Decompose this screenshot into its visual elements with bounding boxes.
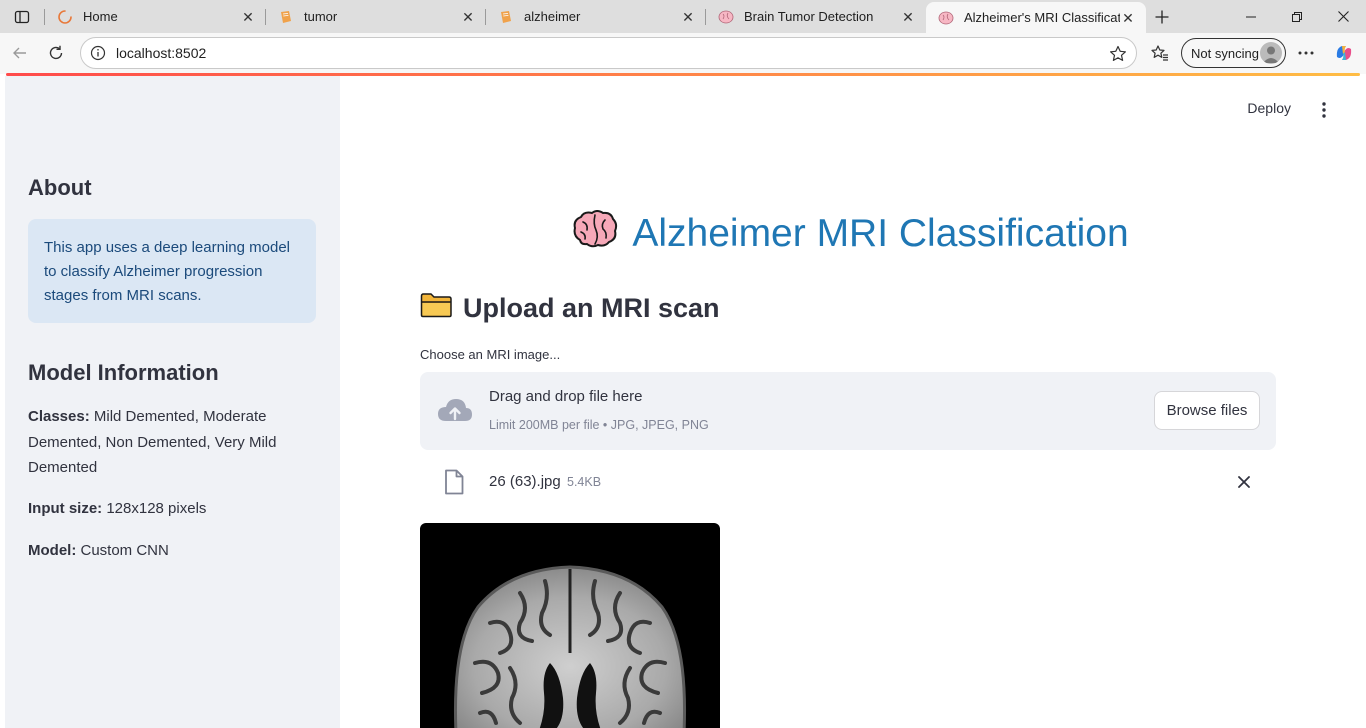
input-size-paragraph: Input size: 128x128 pixels — [28, 496, 298, 522]
back-button[interactable] — [2, 35, 38, 71]
new-tab-button[interactable] — [1146, 0, 1178, 33]
avatar — [1260, 42, 1282, 64]
page-title-text: Alzheimer MRI Classification — [632, 212, 1129, 255]
address-bar[interactable]: localhost:8502 — [80, 37, 1137, 69]
close-tab-icon[interactable]: ✕ — [460, 9, 476, 25]
folder-icon — [420, 292, 453, 325]
close-window-button[interactable] — [1320, 0, 1366, 33]
streamlit-app: About This app uses a deep learning mode… — [5, 76, 1361, 728]
file-uploader-label: Choose an MRI image... — [420, 347, 561, 362]
tab-title: Brain Tumor Detection — [744, 9, 874, 24]
tab-title: alzheimer — [524, 9, 581, 24]
notebook-icon — [498, 9, 514, 25]
minimize-icon — [1246, 16, 1256, 17]
deploy-button[interactable]: Deploy — [1247, 100, 1291, 116]
tab-title: tumor — [304, 9, 338, 24]
model-paragraph: Model: Custom CNN — [28, 538, 298, 564]
tab-home[interactable]: Home ✕ — [45, 0, 266, 33]
input-size-label: Input size: — [28, 500, 103, 517]
about-text: This app uses a deep learning model to c… — [44, 239, 290, 304]
tab-brain-tumor-detection[interactable]: Brain Tumor Detection ✕ — [706, 0, 926, 33]
more-horizontal-icon — [1298, 51, 1314, 55]
file-icon — [444, 469, 464, 495]
uploaded-file-row: 26 (63).jpg 5.4KB — [420, 464, 1276, 500]
model-value: Custom CNN — [76, 542, 169, 559]
mri-preview-image — [420, 523, 720, 728]
site-info-icon[interactable] — [90, 45, 106, 61]
about-heading: About — [28, 175, 92, 200]
restore-icon — [1292, 11, 1302, 22]
model-label: Model: — [28, 542, 77, 559]
sync-status-label: Not syncing — [1191, 45, 1259, 61]
tab-actions-button[interactable] — [0, 0, 44, 33]
reload-button[interactable] — [38, 35, 74, 71]
cloud-upload-icon — [436, 396, 474, 426]
upload-heading: Upload an MRI scan — [420, 292, 720, 325]
close-tab-icon[interactable]: ✕ — [1120, 10, 1136, 26]
copilot-icon — [1336, 46, 1352, 60]
close-tab-icon[interactable]: ✕ — [240, 9, 256, 25]
tab-tumor[interactable]: tumor ✕ — [266, 0, 486, 33]
copilot-button[interactable] — [1326, 35, 1362, 71]
dropzone-limit: Limit 200MB per file • JPG, JPEG, PNG — [489, 418, 709, 432]
browser-tab-strip: Home ✕ tumor ✕ alzheimer ✕ Brain Tumor D… — [0, 0, 1366, 33]
url-text: localhost:8502 — [116, 45, 207, 61]
close-tab-icon[interactable]: ✕ — [900, 9, 916, 25]
dropzone-instructions: Drag and drop file here — [489, 388, 643, 405]
classes-label: Classes: — [28, 408, 90, 425]
more-vertical-icon — [1322, 102, 1326, 118]
close-icon — [1337, 11, 1349, 22]
tab-alzheimer[interactable]: alzheimer ✕ — [486, 0, 706, 33]
browse-files-button[interactable]: Browse files — [1154, 391, 1260, 430]
remove-file-button[interactable] — [1232, 470, 1256, 494]
close-tab-icon[interactable]: ✕ — [680, 9, 696, 25]
minimize-button[interactable] — [1228, 0, 1274, 33]
notebook-icon — [278, 9, 294, 25]
main-menu-button[interactable] — [1315, 100, 1333, 120]
browser-toolbar: localhost:8502 Not syncing — [0, 33, 1366, 74]
upload-heading-text: Upload an MRI scan — [463, 293, 720, 323]
about-info-box: This app uses a deep learning model to c… — [28, 219, 316, 323]
tab-title: Home — [83, 9, 118, 24]
back-arrow-icon — [13, 47, 26, 59]
tab-alzheimers-mri-classification[interactable]: Alzheimer's MRI Classification ✕ — [926, 2, 1146, 33]
main-content: Deploy Alzheimer MRI Classification Uplo… — [340, 76, 1361, 728]
reload-icon — [49, 45, 63, 60]
loading-spinner-icon — [57, 9, 73, 25]
close-icon — [1238, 476, 1250, 488]
sidebar-toggle-icon — [14, 10, 30, 23]
tab-title: Alzheimer's MRI Classification — [964, 10, 1120, 25]
brain-icon — [718, 9, 734, 25]
uploaded-file-size: 5.4KB — [567, 475, 602, 489]
file-dropzone[interactable]: Drag and drop file here Limit 200MB per … — [420, 372, 1276, 450]
brain-icon — [938, 10, 954, 26]
settings-menu-button[interactable] — [1288, 35, 1324, 71]
classes-paragraph: Classes: Mild Demented, Moderate Demente… — [28, 404, 298, 481]
sidebar: About This app uses a deep learning mode… — [5, 76, 340, 728]
profile-sync-button[interactable]: Not syncing — [1181, 38, 1286, 68]
uploaded-file-name: 26 (63).jpg — [489, 473, 561, 490]
favorites-button[interactable] — [1142, 35, 1178, 71]
favorite-star-icon[interactable] — [1109, 45, 1127, 63]
input-size-value: 128x128 pixels — [102, 500, 207, 517]
plus-icon — [1155, 10, 1169, 23]
favorites-icon — [1151, 45, 1168, 61]
model-info-heading: Model Information — [28, 360, 219, 385]
page-title: Alzheimer MRI Classification — [340, 210, 1361, 258]
brain-icon — [572, 210, 618, 258]
restore-button[interactable] — [1274, 0, 1320, 33]
